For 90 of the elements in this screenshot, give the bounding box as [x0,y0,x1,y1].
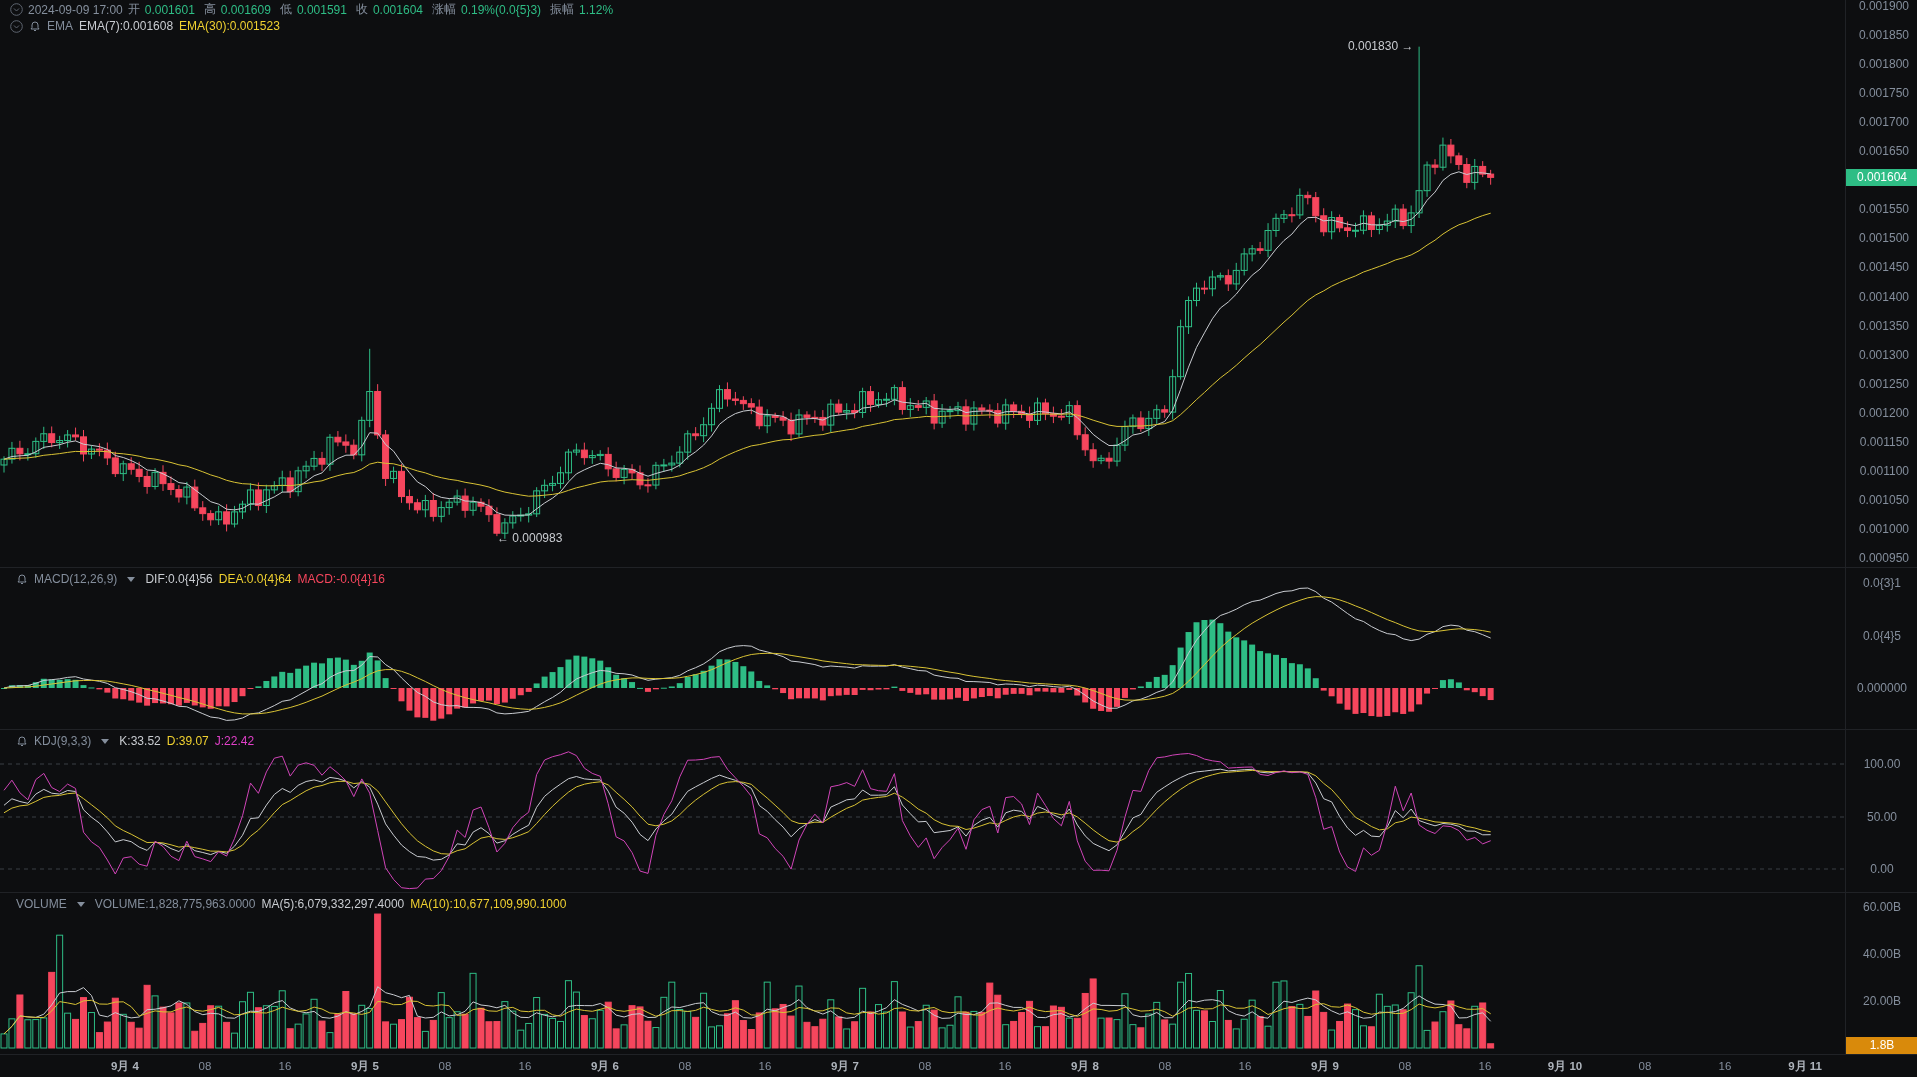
ohlc-value: 0.001601 [144,2,195,17]
price-axis-label: 0.001000 [1858,520,1909,537]
time-axis-label: 08 [677,1060,693,1072]
ohlc-value: 1.12% [579,2,614,17]
low-price-marker: ← 0.000983 [497,531,563,545]
price-axis-label: 0.001700 [1858,114,1909,131]
time-axis-label: 16 [997,1060,1013,1072]
ohlc-value: 0.001591 [296,2,347,17]
time-axis-label: 9月 8 [1070,1058,1100,1074]
indicator-value: MA(5):6,079,332,297.4000 [261,897,405,911]
indicator-value: J:22.42 [214,734,255,748]
indicator-value: MACD:-0.0{4}16 [297,572,385,586]
price-axis-label: 0.001650 [1858,143,1909,160]
price-axis-label: 0.001050 [1858,491,1909,508]
ohlc-label: 低 [279,1,292,18]
ohlc-label: 振幅 [550,1,575,18]
indicator-value: EMA(30):0.001523 [179,19,280,33]
collapse-icon[interactable] [10,3,23,16]
macd-axis-label: 0.0{4}5 [1861,628,1902,644]
price-axis-label: 0.001300 [1858,346,1909,363]
price-axis-label: 0.001850 [1858,27,1909,44]
time-axis-label: 9月 6 [590,1058,620,1074]
time-axis-label: 08 [437,1060,453,1072]
volume-axis-label: 20.00B [1861,993,1902,1009]
time-axis-label: 16 [1237,1060,1253,1072]
ohlc-value: 0.001604 [372,2,423,17]
time-axis-label: 9月 9 [1310,1058,1340,1074]
ohlc-value: 0.19%(0.0{5}3) [461,2,542,17]
bell-icon[interactable] [16,735,28,747]
price-axis-label: 0.001350 [1858,317,1909,334]
price-axis-label: 0.001900 [1858,0,1909,14]
price-axis-label: 0.001100 [1859,462,1909,479]
time-axis-label: 9月 7 [830,1058,860,1074]
time-axis-label: 08 [1157,1060,1173,1072]
indicator-name: MACD(12,26,9) [34,572,118,586]
price-axis-label: 0.001800 [1858,56,1909,73]
price-axis-label: 0.001550 [1858,201,1909,218]
indicator-value: DEA:0.0{4}64 [218,572,292,586]
price-axis-label: 0.001250 [1858,375,1909,392]
collapse-icon[interactable] [10,19,23,33]
bell-icon[interactable] [16,573,28,585]
bell-icon[interactable] [29,20,41,32]
time-axis-label: 08 [917,1060,933,1072]
time-axis-label: 16 [517,1060,533,1072]
price-axis-label: 0.001450 [1858,259,1909,276]
indicator-name: VOLUME [16,897,67,911]
caret-icon[interactable] [127,576,136,582]
indicator-value: MA(10):10,677,109,990.1000 [410,897,567,911]
indicator-value: D:39.07 [166,734,209,748]
volume-axis-label: 60.00B [1861,899,1902,915]
time-axis-label: 16 [277,1060,293,1072]
time-axis-label: 16 [757,1060,773,1072]
time-axis-label: 9月 10 [1546,1058,1584,1074]
indicator-value: EMA(7):0.001608 [79,19,174,33]
kdj-axis-label: 0.00 [1869,861,1895,877]
time-axis-label: 16 [1717,1060,1733,1072]
indicator-value: VOLUME:1,828,775,963.0000 [94,897,256,911]
indicator-value: K:33.52 [119,734,161,748]
ohlc-label: 收 [355,1,368,18]
time-axis-label: 08 [197,1060,213,1072]
price-axis-label: 0.001150 [1859,433,1909,450]
high-price-marker: 0.001830 → [1348,39,1414,53]
indicator-value: DIF:0.0{4}56 [145,572,213,586]
time-axis-label: 08 [1637,1060,1653,1072]
last-price-badge: 0.001604 [1846,168,1917,186]
price-axis-label: 0.001200 [1858,404,1909,421]
last-volume-badge: 1.8B [1846,1037,1917,1054]
time-axis-label: 9月 4 [110,1058,140,1074]
indicator-name: EMA [47,19,73,33]
ohlc-label: 高 [203,1,216,18]
ohlc-value: 0.001609 [220,2,271,17]
volume-axis-label: 40.00B [1861,946,1902,962]
ohlc-label: 开 [127,1,140,18]
indicator-name: KDJ(9,3,3) [34,734,92,748]
price-axis-label: 0.001400 [1858,288,1909,305]
caret-icon[interactable] [76,901,85,907]
time-axis-label: 9月 11 [1787,1058,1823,1074]
ohlc-label: 涨幅 [432,1,456,18]
macd-axis-label: 0.000000 [1855,680,1909,696]
price-axis-label: 0.001500 [1858,230,1909,247]
price-axis-label: 0.000950 [1858,549,1909,566]
kdj-axis-label: 50.00 [1866,809,1898,825]
time-axis-label: 16 [1477,1060,1493,1072]
caret-icon[interactable] [101,738,110,744]
kdj-axis-label: 100.00 [1862,756,1902,772]
price-axis-label: 0.001750 [1858,85,1909,102]
macd-axis-label: 0.0{3}1 [1861,575,1902,591]
candle-datetime: 2024-09-09 17:00 [28,2,123,17]
time-axis-label: 08 [1397,1060,1413,1072]
time-axis-label: 9月 5 [350,1058,380,1074]
